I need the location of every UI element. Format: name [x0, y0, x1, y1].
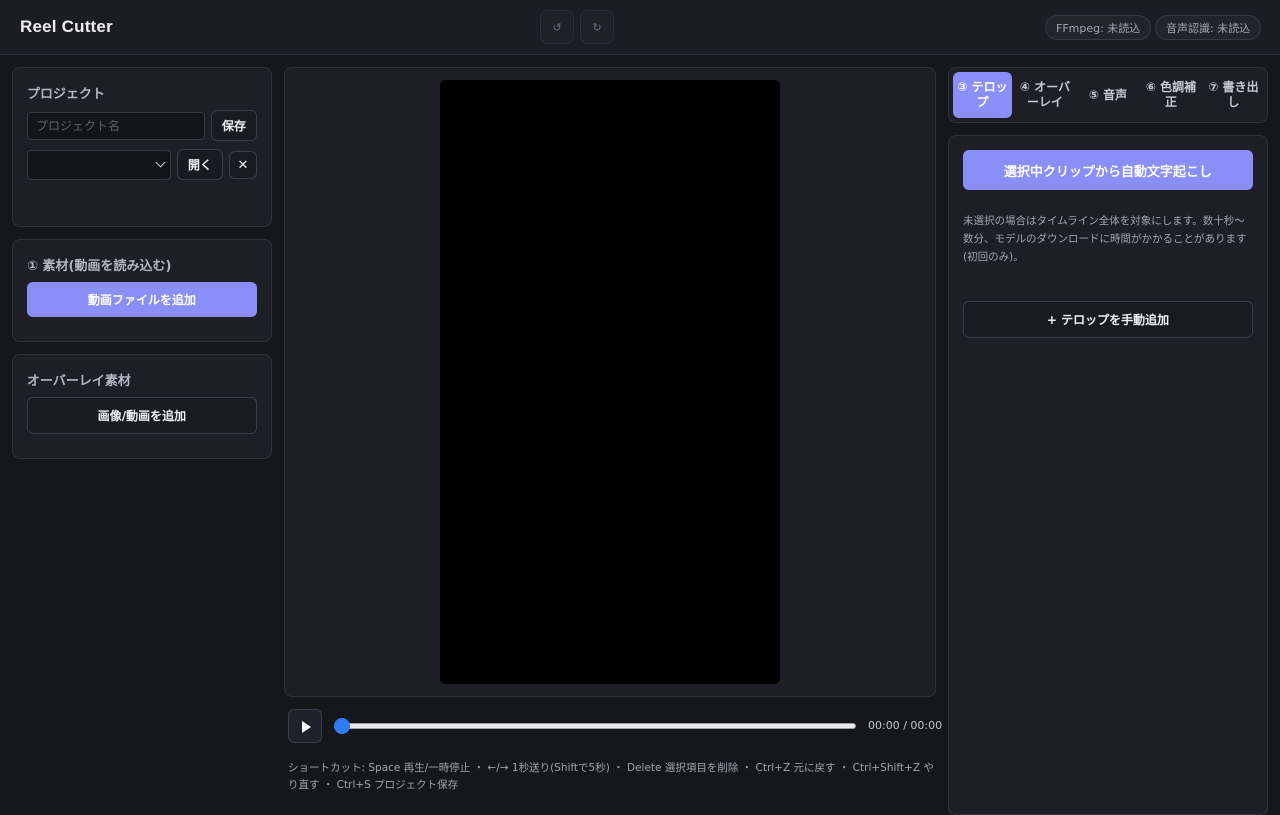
- close-icon: ✕: [237, 157, 249, 173]
- undo-button[interactable]: ↺: [540, 10, 574, 44]
- tab-telop[interactable]: ③ テロップ: [953, 72, 1012, 118]
- tab-export[interactable]: ⑦ 書き出し: [1204, 72, 1263, 118]
- project-panel-title: プロジェクト: [27, 87, 106, 102]
- close-project-button[interactable]: ✕: [229, 151, 257, 179]
- project-select[interactable]: [27, 150, 171, 180]
- shortcut-help-text: ショートカット: Space 再生/一時停止 ・ ←/→ 1秒送り(Shiftで…: [288, 762, 934, 791]
- preview-panel: [284, 67, 936, 697]
- seek-slider-handle[interactable]: [334, 718, 350, 734]
- project-panel: プロジェクト 保存 開く ✕: [12, 67, 272, 227]
- seek-slider[interactable]: [338, 723, 856, 729]
- overlay-media-panel-title: オーバーレイ素材: [27, 374, 131, 389]
- project-name-input[interactable]: [27, 112, 205, 140]
- media-panel: ① 素材(動画を読み込む) 動画ファイルを追加: [12, 239, 272, 342]
- redo-button[interactable]: ↻: [580, 10, 614, 44]
- app-title: Reel Cutter: [20, 17, 113, 36]
- transcribe-info-text: 未選択の場合はタイムライン全体を対象にします。数十秒〜数分、モデルのダウンロード…: [963, 215, 1247, 263]
- play-icon: [302, 721, 311, 733]
- time-display: 00:00 / 00:00: [868, 719, 943, 732]
- media-panel-title: ① 素材(動画を読み込む): [27, 259, 172, 274]
- undo-icon: ↺: [552, 20, 562, 34]
- play-button[interactable]: [288, 709, 322, 743]
- add-video-button[interactable]: 動画ファイルを追加: [27, 282, 257, 317]
- save-project-button[interactable]: 保存: [211, 110, 257, 141]
- auto-transcribe-button[interactable]: 選択中クリップから自動文字起こし: [963, 150, 1253, 190]
- add-overlay-media-button[interactable]: 画像/動画を追加: [27, 397, 257, 434]
- app-header: Reel Cutter ↺ ↻ FFmpeg: 未読込 音声認識: 未読込: [0, 0, 1280, 55]
- video-preview[interactable]: [440, 80, 780, 684]
- telop-panel: 選択中クリップから自動文字起こし 未選択の場合はタイムライン全体を対象にします。…: [948, 135, 1268, 815]
- ffmpeg-status-badge: FFmpeg: 未読込: [1045, 15, 1152, 40]
- open-project-button[interactable]: 開く: [177, 149, 223, 180]
- tab-overlay[interactable]: ④ オーバーレイ: [1016, 72, 1074, 118]
- overlay-media-panel: オーバーレイ素材 画像/動画を追加: [12, 354, 272, 459]
- editor-tabs: ③ テロップ ④ オーバーレイ ⑤ 音声 ⑥ 色調補正 ⑦ 書き出し: [948, 67, 1268, 123]
- add-telop-manually-button[interactable]: + テロップを手動追加: [963, 301, 1253, 338]
- tab-audio[interactable]: ⑤ 音声: [1078, 72, 1138, 118]
- chevron-down-icon: [155, 157, 166, 168]
- redo-icon: ↻: [592, 20, 602, 34]
- speech-status-badge: 音声認識: 未読込: [1155, 15, 1262, 40]
- tab-color-correction[interactable]: ⑥ 色調補正: [1142, 72, 1200, 118]
